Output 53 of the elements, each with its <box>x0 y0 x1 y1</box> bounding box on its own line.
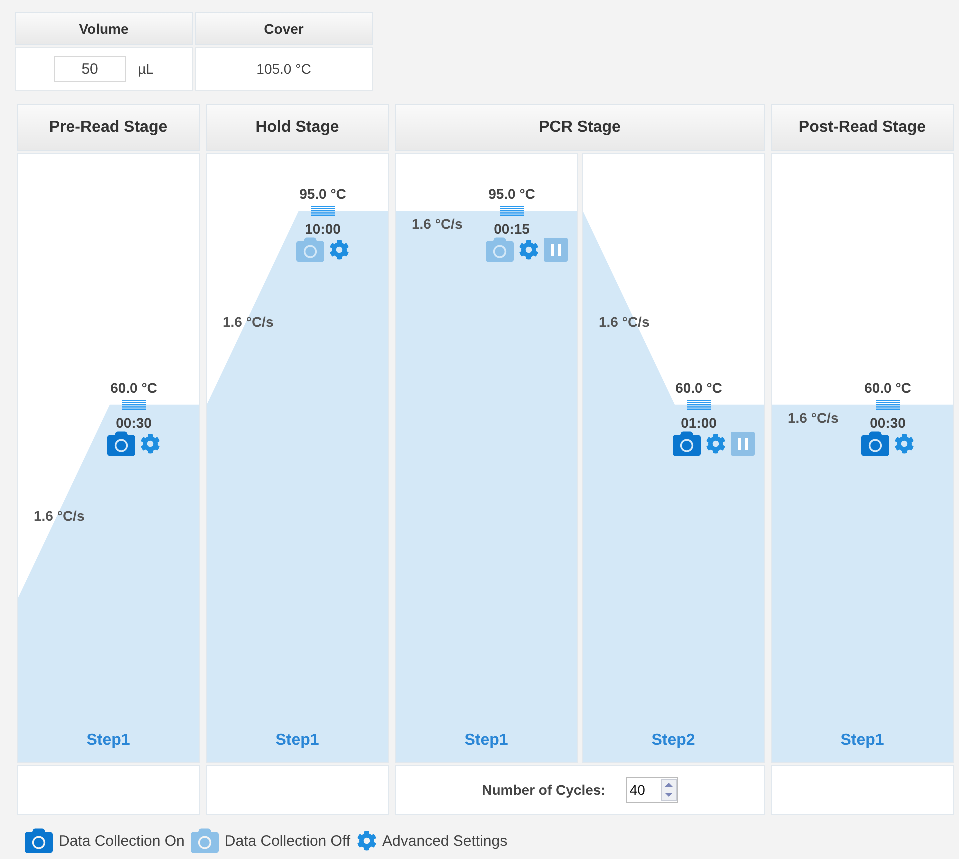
drag-handle-icon[interactable] <box>876 400 900 411</box>
ramp-rate-label: 1.6 °C/s <box>223 314 274 330</box>
legend-label: Data Collection Off <box>224 832 351 850</box>
temperature-label: 60.0 °C <box>864 380 912 396</box>
unit-label: µL <box>138 61 154 77</box>
cycles-label: Number of Cycles: <box>482 782 606 798</box>
settings-icon[interactable] <box>140 434 160 454</box>
camera-icon[interactable] <box>673 430 701 458</box>
column-header: Cover <box>195 12 373 45</box>
drag-handle-icon[interactable] <box>500 206 524 217</box>
pause-button[interactable] <box>731 432 755 456</box>
column-header: Volume <box>15 12 193 45</box>
ramp-rate-label: 1.6 °C/s <box>599 314 650 330</box>
hold-time-label: 00:15 <box>494 221 530 237</box>
temperature-label: 60.0 °C <box>676 380 722 396</box>
settings-icon[interactable] <box>706 434 726 454</box>
stage-header: PCR Stage <box>395 104 765 151</box>
legend-label: Advanced Settings <box>382 832 508 850</box>
settings-icon[interactable] <box>519 240 539 260</box>
camera-icon[interactable] <box>25 827 53 855</box>
hold-time-label: 01:00 <box>681 414 717 431</box>
temperature-label: 95.0 °C <box>488 186 536 202</box>
step-label[interactable]: Step1 <box>86 732 130 750</box>
stage-header: Post-Read Stage <box>771 104 954 151</box>
camera-icon[interactable] <box>862 430 890 458</box>
hold-time-label: 10:00 <box>305 221 341 237</box>
hold-time-label: 00:30 <box>870 414 906 431</box>
ramp-rate-label: 1.6 °C/s <box>788 410 839 426</box>
drag-handle-icon[interactable] <box>122 400 146 411</box>
drag-handle-icon[interactable] <box>311 206 335 217</box>
drag-handle-icon[interactable] <box>687 400 711 411</box>
ramp-rate-label: 1.6 °C/s <box>34 508 85 524</box>
ramp-rate-label: 1.6 °C/s <box>412 216 463 232</box>
step-label[interactable]: Step1 <box>276 732 320 750</box>
stage-header: Hold Stage <box>206 104 389 151</box>
temperature-label: 60.0 °C <box>110 380 158 396</box>
step-label[interactable]: Step2 <box>652 732 696 750</box>
volume-input[interactable]: 50 <box>54 56 126 82</box>
cycles-spinner[interactable]: 40 <box>626 777 678 803</box>
stage-header: Pre-Read Stage <box>17 104 200 151</box>
settings-icon <box>356 831 377 851</box>
temperature-label: 95.0 °C <box>300 186 346 202</box>
camera-icon[interactable] <box>190 827 219 855</box>
pause-button[interactable] <box>544 238 568 262</box>
settings-icon[interactable] <box>330 240 350 260</box>
spinner-arrows-icon[interactable] <box>660 779 677 801</box>
step-label[interactable]: Step1 <box>464 732 508 750</box>
settings-icon[interactable] <box>894 434 914 454</box>
camera-icon[interactable] <box>108 430 136 458</box>
hold-time-label: 00:30 <box>116 414 152 431</box>
legend-label: Data Collection On <box>59 832 185 850</box>
table-cell: 105.0 °C <box>195 47 373 91</box>
step-label[interactable]: Step1 <box>840 732 884 750</box>
